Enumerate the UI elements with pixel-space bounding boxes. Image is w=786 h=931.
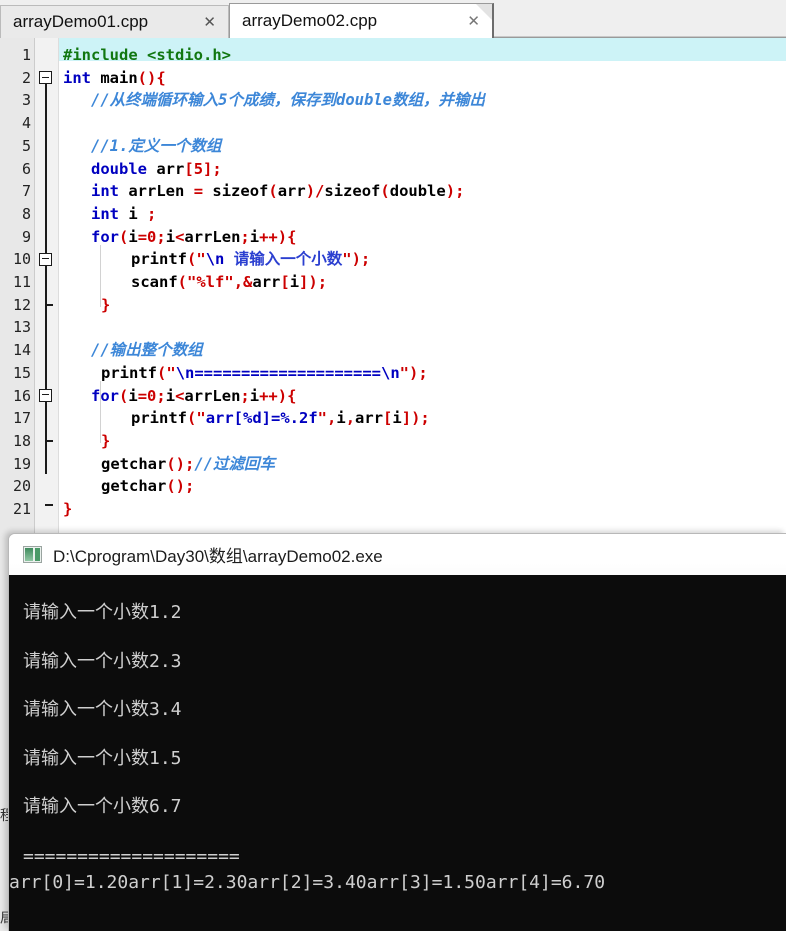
tab-arraydemo02[interactable]: arrayDemo02.cpp ✕ — [229, 3, 494, 38]
console-prompt-line: 请输入一个小数2.3 — [23, 650, 182, 672]
line-number: 10 — [12, 250, 31, 269]
code-line-16: for(i=0;i<arrLen;i++){ — [91, 386, 297, 405]
code-line-17: printf("arr[%d]=%.2f",i,arr[i]); — [131, 409, 430, 428]
line-number: 3 — [21, 91, 31, 110]
line-number: 19 — [12, 454, 31, 473]
line-number: 11 — [12, 273, 31, 291]
console-window[interactable]: D:\Cprogram\Day30\数组\arrayDemo02.exe 请输入… — [8, 533, 786, 931]
console-prompt-line: 请输入一个小数6.7 — [23, 796, 182, 817]
line-number: 9 — [21, 227, 31, 246]
code-line-9: for(i=0;i<arrLen;i++){ — [91, 227, 297, 246]
line-number: 6 — [21, 159, 31, 178]
console-title-bar[interactable]: D:\Cprogram\Day30\数组\arrayDemo02.exe — [9, 534, 786, 575]
code-line-6: double arr[5]; — [91, 159, 222, 178]
line-number: 17 — [12, 409, 31, 428]
editor-tab-bar: arrayDemo01.cpp ✕ arrayDemo02.cpp ✕ — [0, 0, 786, 38]
code-line-11: scanf("%lf",&arr[i]); — [131, 273, 328, 291]
terminal-icon — [23, 546, 42, 563]
line-number: 21 — [12, 500, 31, 518]
line-number: 2 — [21, 68, 31, 87]
fold-end-tick — [45, 504, 53, 506]
ide-left-strip: 程 局 — [0, 533, 8, 931]
line-number: 13 — [12, 318, 31, 337]
code-line-15: printf("\n====================\n"); — [101, 363, 428, 382]
line-number: 5 — [21, 136, 31, 155]
line-number: 14 — [12, 341, 31, 360]
code-line-8: int i ; — [91, 204, 157, 223]
code-line-7: int arrLen = sizeof(arr)/sizeof(double); — [91, 182, 465, 201]
code-line-5: //1.定义一个数组 — [91, 136, 222, 155]
close-icon[interactable]: ✕ — [453, 14, 484, 29]
code-line-20: getchar(); — [101, 477, 195, 496]
code-line-3: //从终端循环输入5个成绩，保存到double数组，并输出 — [91, 91, 485, 110]
line-number: 18 — [12, 431, 31, 450]
line-number: 7 — [21, 182, 31, 201]
code-line-12: } — [101, 295, 111, 314]
console-output[interactable]: 请输入一个小数1.2 请输入一个小数2.3 请输入一个小数3.4 请输入一个小数… — [9, 575, 786, 931]
console-prompt-line: 请输入一个小数3.4 — [23, 699, 182, 720]
line-number: 15 — [12, 363, 31, 382]
console-title: D:\Cprogram\Day30\数组\arrayDemo02.exe — [53, 547, 383, 566]
console-prompt-line: 请输入一个小数1.5 — [23, 747, 182, 769]
fold-toggle-line2[interactable] — [39, 71, 52, 84]
strip-glyph: 局 — [0, 911, 8, 927]
line-number: 20 — [12, 477, 31, 496]
tab-arraydemo01[interactable]: arrayDemo01.cpp ✕ — [0, 5, 229, 38]
line-number: 1 — [21, 46, 31, 64]
fold-toggle-line16[interactable] — [39, 388, 52, 402]
code-line-1: #include <stdio.h> — [63, 46, 231, 64]
fold-guide — [45, 266, 47, 306]
line-number: 4 — [21, 114, 31, 133]
fold-guide — [45, 402, 47, 442]
line-number: 8 — [21, 204, 31, 223]
fold-toggle-line9[interactable] — [39, 252, 52, 266]
line-number: 16 — [12, 386, 31, 405]
tab-label: arrayDemo01.cpp — [13, 12, 149, 31]
code-line-2: int main(){ — [63, 68, 166, 87]
code-line-18: } — [101, 431, 111, 450]
line-number: 12 — [12, 295, 31, 314]
code-line-10: printf("\n 请输入一个小数"); — [131, 250, 371, 269]
tab-bar-empty-area — [494, 3, 786, 37]
code-line-19: getchar();//过滤回车 — [101, 454, 275, 473]
console-prompt-line: 请输入一个小数1.2 — [23, 602, 182, 623]
tab-label: arrayDemo02.cpp — [242, 11, 378, 30]
code-line-21: } — [63, 500, 73, 518]
close-icon[interactable]: ✕ — [189, 15, 220, 30]
strip-glyph: 程 — [0, 808, 8, 824]
fold-end-tick — [45, 440, 53, 442]
code-line-14: //输出整个数组 — [91, 341, 203, 360]
console-separator-line: ==================== — [23, 845, 240, 867]
console-result-line: arr[0]=1.20arr[1]=2.30arr[2]=3.40arr[3]=… — [9, 871, 606, 893]
